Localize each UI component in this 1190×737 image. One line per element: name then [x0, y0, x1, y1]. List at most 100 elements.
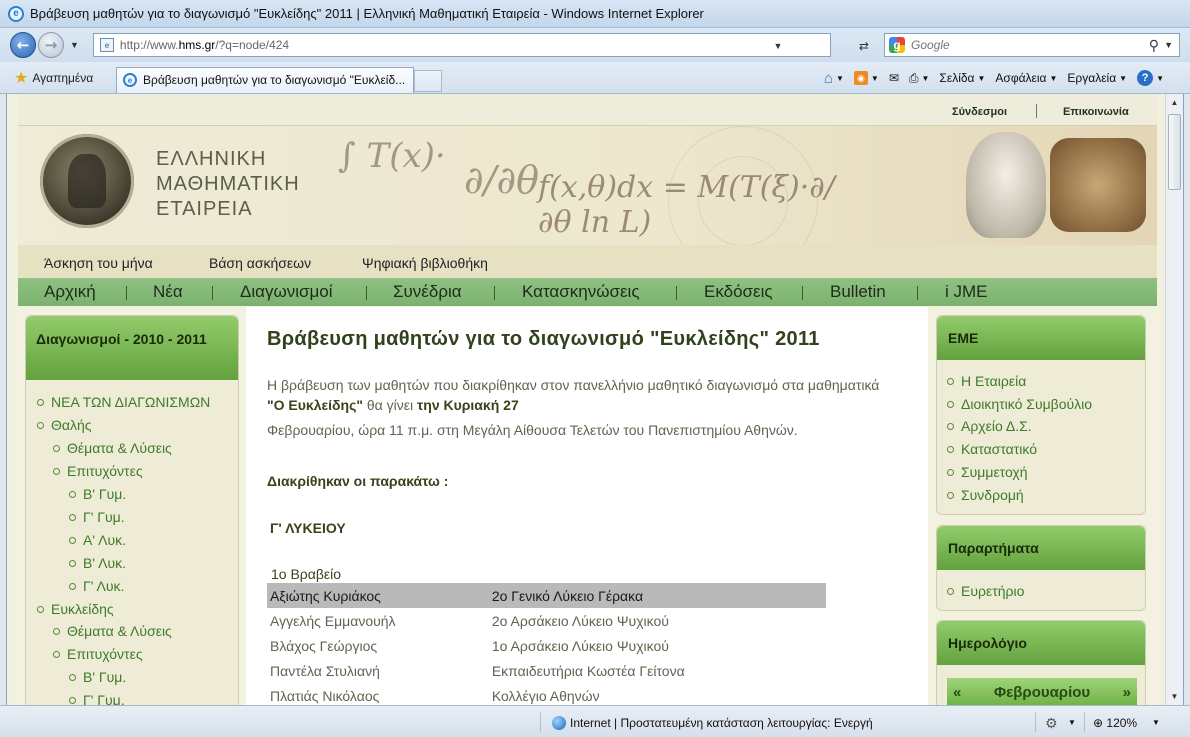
- nav-bulletin[interactable]: Bulletin: [830, 282, 886, 302]
- nav-conferences[interactable]: Συνέδρια: [393, 282, 462, 302]
- printer-icon: ⎙: [908, 70, 919, 85]
- bullet-icon: [53, 444, 60, 452]
- toplink-links[interactable]: Σύνδεσμοι: [952, 106, 1007, 118]
- chevron-down-icon: ▼: [1156, 73, 1164, 83]
- sidebar-item[interactable]: Επιτυχόντες: [53, 646, 143, 662]
- protected-mode-icon[interactable]: ⚙: [1045, 715, 1058, 732]
- winners-table: Αξιώτης Κυριάκος 2ο Γενικό Λύκειο Γέρακα…: [267, 583, 826, 705]
- chevron-down-icon[interactable]: ▼: [1068, 718, 1076, 727]
- society-seal-logo[interactable]: [40, 134, 134, 228]
- bullet-icon: [53, 650, 60, 658]
- chevron-down-icon[interactable]: ▼: [1152, 718, 1160, 727]
- prize-heading: 1ο Βραβείο: [271, 566, 342, 582]
- chevron-down-icon: ▼: [835, 73, 844, 83]
- toplink-contact[interactable]: Επικοινωνία: [1063, 106, 1129, 118]
- nav-competitions[interactable]: Διαγωνισμοί: [240, 282, 333, 302]
- sidebar-item[interactable]: Γ' Γυμ.: [69, 692, 125, 705]
- sidebar-item[interactable]: Θαλής: [37, 417, 92, 433]
- refresh-icon[interactable]: ⇄: [854, 36, 874, 56]
- back-arrow-icon[interactable]: ←: [10, 32, 36, 58]
- calendar-prev-button[interactable]: «: [953, 684, 961, 701]
- search-box[interactable]: g ⚲ ▼: [884, 33, 1180, 57]
- url-dropdown-icon[interactable]: ▼: [768, 36, 788, 56]
- eme-box-title: ΕΜΕ: [937, 316, 1145, 360]
- security-zone-text[interactable]: Internet | Προστατευμένη κατάσταση λειτο…: [570, 716, 873, 730]
- winner-name: Αγγελής Εμμανουήλ: [270, 612, 396, 629]
- safety-menu[interactable]: Ασφάλεια ▼: [995, 71, 1057, 85]
- chevron-down-icon: ▼: [977, 73, 986, 83]
- history-dropdown-icon[interactable]: ▼: [70, 40, 79, 50]
- sidebar-item[interactable]: Ευκλείδης: [37, 601, 114, 617]
- bullet-icon: [53, 467, 60, 475]
- mail-button[interactable]: ✉: [889, 71, 899, 85]
- nav-ijme[interactable]: i JME: [945, 282, 988, 302]
- nav-home[interactable]: Αρχική: [44, 282, 96, 302]
- eme-item[interactable]: Διοικητικό Συμβούλιο: [947, 396, 1092, 412]
- sidebar-item[interactable]: Β' Γυμ.: [69, 486, 126, 502]
- vertical-scrollbar[interactable]: ▲ ▼: [1165, 94, 1183, 705]
- sidebar-item[interactable]: ΝΕΑ ΤΩΝ ΔΙΑΓΩΝΙΣΜΩΝ: [37, 394, 210, 410]
- site-header: ΕΛΛΗΝΙΚΗ ΜΑΘΗΜΑΤΙΚΗ ΕΤΑΙΡΕΙΑ ∫ T(x)· ∂/∂…: [18, 126, 1157, 245]
- favorites-button[interactable]: ★ Αγαπημένα: [0, 68, 110, 88]
- branches-box-title: Παραρτήματα: [937, 526, 1145, 570]
- scroll-down-icon[interactable]: ▼: [1166, 688, 1183, 705]
- scroll-thumb[interactable]: [1168, 114, 1181, 190]
- distinguished-heading: Διακρίθηκαν οι παρακάτω :: [267, 473, 449, 489]
- status-bar: Internet | Προστατευμένη κατάσταση λειτο…: [0, 705, 1190, 737]
- table-row: Παντέλα Στυλιανή Εκπαιδευτήρια Κωστέα Γε…: [267, 658, 826, 683]
- eme-item[interactable]: Αρχείο Δ.Σ.: [947, 418, 1032, 434]
- eme-item[interactable]: Συνδρομή: [947, 487, 1024, 503]
- page-menu[interactable]: Σελίδα ▼: [939, 71, 985, 85]
- page-menu-label: Σελίδα: [939, 71, 975, 85]
- subnav-problem-of-month[interactable]: Άσκηση του μήνα: [44, 255, 153, 271]
- sidebar-item[interactable]: Επιτυχόντες: [53, 463, 143, 479]
- sidebar-item[interactable]: Γ' Λυκ.: [69, 578, 124, 594]
- eme-item[interactable]: Η Εταιρεία: [947, 373, 1026, 389]
- sidebar-item[interactable]: Α' Λυκ.: [69, 532, 126, 548]
- sidebar-item[interactable]: Β' Γυμ.: [69, 669, 126, 685]
- sidebar-item[interactable]: Θέματα & Λύσεις: [53, 440, 172, 456]
- bullet-icon: [69, 513, 76, 521]
- sidebar-item[interactable]: Β' Λυκ.: [69, 555, 126, 571]
- print-button[interactable]: ⎙ ▼: [909, 71, 930, 86]
- forward-arrow-icon[interactable]: →: [38, 32, 64, 58]
- eme-item[interactable]: Συμμετοχή: [947, 464, 1028, 480]
- divider: [1036, 104, 1037, 118]
- chevron-down-icon: ▼: [1119, 73, 1128, 83]
- calendar-next-button[interactable]: »: [1123, 684, 1131, 701]
- scroll-up-icon[interactable]: ▲: [1166, 94, 1183, 111]
- nav-publications[interactable]: Εκδόσεις: [704, 282, 773, 302]
- zoom-icon: ⊕: [1093, 716, 1104, 730]
- sidebar-item[interactable]: Γ' Γυμ.: [69, 509, 125, 525]
- nav-camps[interactable]: Κατασκηνώσεις: [522, 282, 640, 302]
- sidebar-item[interactable]: Θέματα & Λύσεις: [53, 623, 172, 639]
- search-icon[interactable]: ⚲: [1149, 37, 1159, 54]
- subnav-digital-library[interactable]: Ψηφιακή βιβλιοθήκη: [362, 255, 488, 271]
- bullet-icon: [947, 491, 954, 499]
- search-dropdown-icon[interactable]: ▼: [1164, 40, 1173, 50]
- url-prefix: http://www.: [119, 38, 179, 52]
- bullet-icon: [947, 400, 954, 408]
- tools-menu[interactable]: Εργαλεία ▼: [1067, 71, 1127, 85]
- tab-active[interactable]: e Βράβευση μαθητών για το διαγωνισμό "Ευ…: [116, 66, 414, 93]
- branches-box: Παραρτήματα Ευρετήριο: [936, 525, 1146, 611]
- help-button[interactable]: ? ▼: [1137, 70, 1164, 86]
- url-host: hms.gr: [178, 38, 216, 52]
- branches-item[interactable]: Ευρετήριο: [947, 583, 1024, 599]
- new-tab-button[interactable]: [414, 69, 442, 92]
- eme-item[interactable]: Καταστατικό: [947, 441, 1037, 457]
- calendar-box: Ημερολόγιο « Φεβρουαρίου »: [936, 620, 1146, 705]
- antikythera-mechanism-image: [1050, 138, 1146, 232]
- home-button[interactable]: ⌂ ▼: [824, 70, 844, 87]
- page-icon: e: [99, 38, 114, 52]
- main-content: Βράβευση μαθητών για το διαγωνισμό "Ευκλ…: [246, 307, 928, 705]
- subnav-exercise-base[interactable]: Βάση ασκήσεων: [209, 255, 311, 271]
- search-input[interactable]: [911, 38, 1131, 52]
- bullet-icon: [69, 490, 76, 498]
- feeds-button[interactable]: ◉ ▼: [853, 71, 879, 85]
- address-input[interactable]: e http://www.hms.gr/?q=node/424 ▼ ⇄ ✕: [92, 33, 896, 57]
- zoom-level[interactable]: ⊕ 120%: [1093, 716, 1137, 730]
- nav-news[interactable]: Νέα: [153, 282, 183, 302]
- bullet-icon: [947, 468, 954, 476]
- bullet-icon: [947, 422, 954, 430]
